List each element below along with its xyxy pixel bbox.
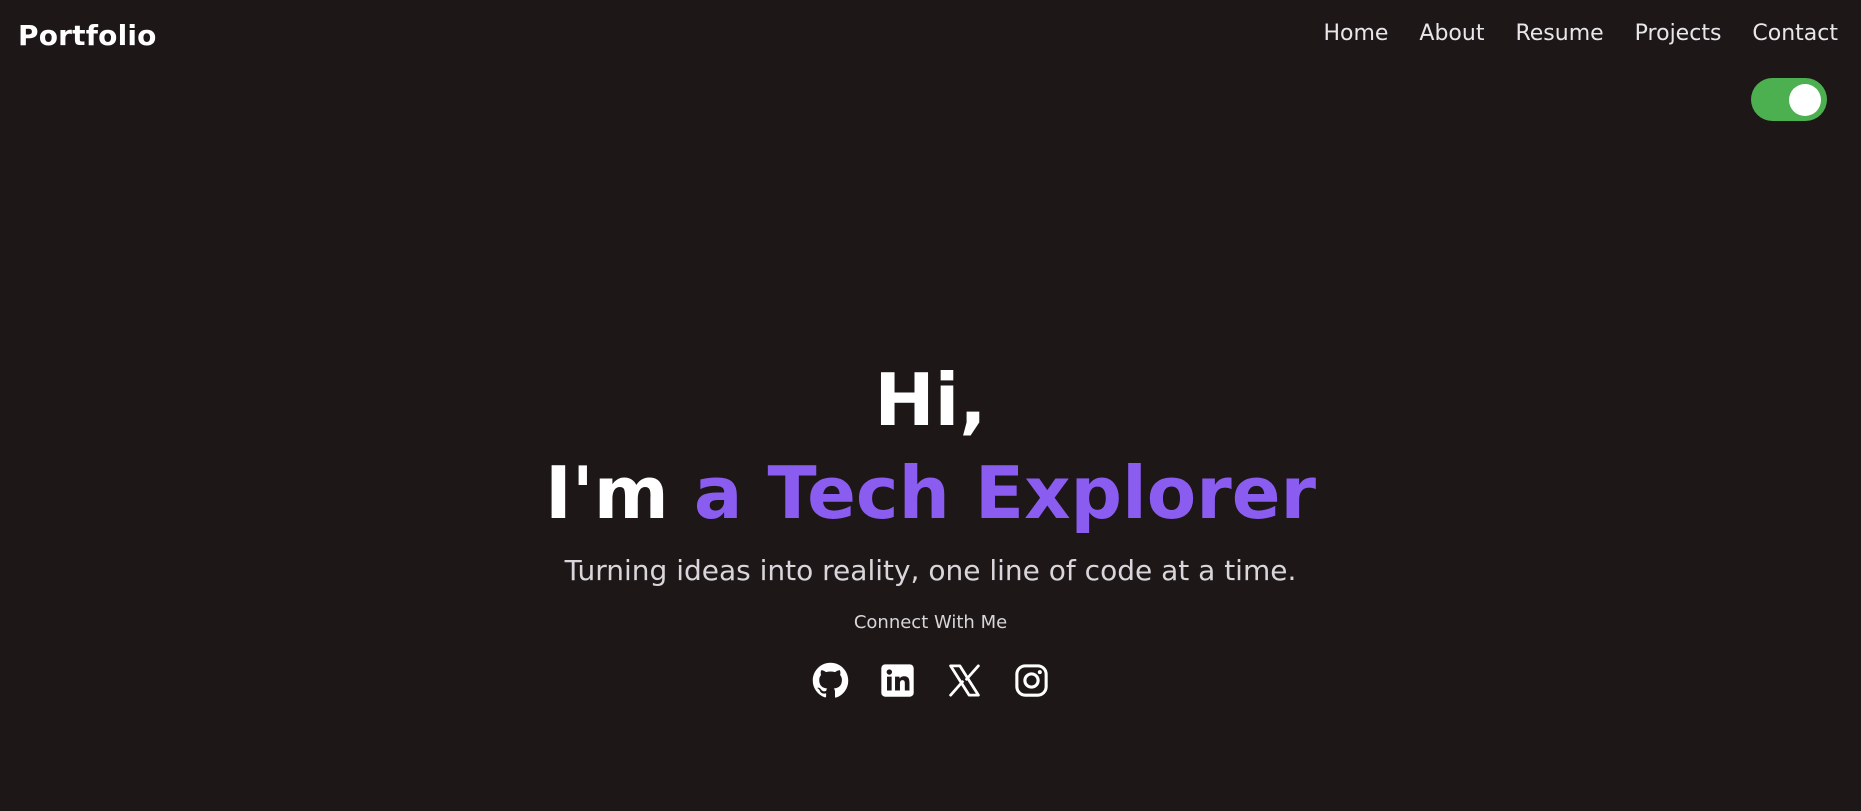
hero-greeting: Hi, <box>874 358 987 442</box>
nav-link-resume[interactable]: Resume <box>1515 21 1603 46</box>
nav-link-contact[interactable]: Contact <box>1752 21 1838 46</box>
hero-tagline: Turning ideas into reality, one line of … <box>564 554 1297 587</box>
navbar: Portfolio Home About Resume Projects Con… <box>0 0 1861 76</box>
nav-link-home[interactable]: Home <box>1323 21 1388 46</box>
x-icon[interactable] <box>946 662 983 699</box>
hero-title: I'm a Tech Explorer <box>0 445 1861 541</box>
toggle-knob <box>1789 84 1821 116</box>
linkedin-icon[interactable] <box>879 662 916 699</box>
hero-title-prefix: I'm <box>544 451 694 535</box>
instagram-icon[interactable] <box>1013 662 1050 699</box>
github-icon[interactable] <box>812 662 849 699</box>
brand-logo[interactable]: Portfolio <box>18 19 157 52</box>
nav-link-about[interactable]: About <box>1419 21 1484 46</box>
hero-title-highlight: a Tech Explorer <box>693 451 1317 535</box>
hero-section: Hi, I'm a Tech Explorer Turning ideas in… <box>0 355 1861 699</box>
page: Portfolio Home About Resume Projects Con… <box>0 0 1861 811</box>
connect-label: Connect With Me <box>853 612 1008 633</box>
theme-toggle[interactable] <box>1751 78 1827 121</box>
nav-link-projects[interactable]: Projects <box>1635 21 1722 46</box>
nav-links: Home About Resume Projects Contact <box>1323 21 1838 46</box>
social-links <box>0 662 1861 699</box>
